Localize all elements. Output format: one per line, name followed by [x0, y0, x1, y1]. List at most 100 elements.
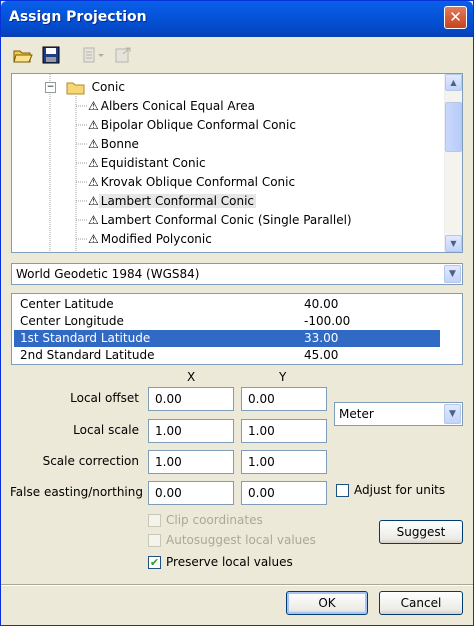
- tree-item-label: Albers Conical Equal Area: [100, 99, 255, 113]
- suggest-button[interactable]: Suggest: [379, 520, 463, 544]
- export-button[interactable]: [111, 43, 135, 67]
- checkbox-box[interactable]: [148, 513, 161, 527]
- collapse-icon[interactable]: −: [45, 82, 56, 93]
- parameters-list[interactable]: Center Latitude 40.00 Center Longitude -10…: [11, 293, 463, 365]
- autosuggest-local-values-label: Autosuggest local values: [166, 533, 316, 547]
- projection-icon: ⚠: [88, 175, 99, 189]
- projection-tree[interactable]: − Conic ⚠ Albers Conical Equal Area ⚠ Bipo…: [11, 73, 463, 253]
- input-value: 1.00: [155, 455, 182, 469]
- save-button[interactable]: [39, 43, 63, 67]
- chevron-up-icon: ▲: [450, 78, 457, 87]
- local-scale-y-input[interactable]: 1.00: [241, 419, 327, 443]
- export-icon: [115, 47, 131, 63]
- adjust-for-units-label: Adjust for units: [354, 483, 446, 497]
- projection-icon: ⚠: [88, 194, 99, 208]
- param-value: -100.00: [304, 314, 351, 328]
- param-row[interactable]: Center Longitude -100.00: [14, 313, 440, 330]
- chevron-down-icon: ▼: [450, 239, 457, 248]
- tree-item-label-selected: Lambert Conformal Conic: [98, 194, 257, 208]
- projection-icon: ⚠: [88, 118, 99, 132]
- tree-item-label: Bonne: [100, 137, 139, 151]
- folder-icon: [66, 82, 85, 94]
- close-button[interactable]: ✕: [444, 6, 467, 29]
- clip-coordinates-checkbox[interactable]: Clip coordinates: [148, 513, 263, 527]
- tree-item-label: Lambert Conformal Conic (Single Parallel…: [100, 213, 352, 227]
- datum-dropdown-button[interactable]: ▼: [444, 265, 461, 283]
- suggest-button-label: Suggest: [396, 525, 446, 539]
- datum-select[interactable]: World Geodetic 1984 (WGS84) ▼: [11, 263, 463, 285]
- projection-icon: ⚠: [88, 99, 99, 113]
- units-select-value: Meter: [339, 407, 374, 421]
- title-bar[interactable]: Assign Projection ✕: [1, 1, 473, 37]
- local-scale-x-input[interactable]: 1.00: [148, 419, 234, 443]
- param-row-selected[interactable]: 1st Standard Latitude 33.00: [14, 330, 440, 347]
- tree-item-bonne[interactable]: ⚠ Bonne: [88, 135, 141, 154]
- datum-select-value: World Geodetic 1984 (WGS84): [16, 267, 200, 281]
- scale-correction-x-input[interactable]: 1.00: [148, 450, 234, 474]
- tree-item-label: Equidistant Conic: [100, 156, 206, 170]
- checkbox-box[interactable]: [148, 533, 161, 547]
- chevron-down-icon: ▼: [449, 269, 456, 279]
- input-value: 1.00: [248, 455, 275, 469]
- save-icon: [42, 46, 60, 64]
- input-value: 0.00: [155, 392, 182, 406]
- projection-icon: ⚠: [88, 213, 99, 227]
- projection-icon: ⚠: [88, 137, 99, 151]
- input-value: 0.00: [248, 392, 275, 406]
- param-value: 40.00: [304, 297, 339, 311]
- tree-group-label: Conic: [91, 80, 125, 94]
- cancel-button[interactable]: Cancel: [379, 591, 463, 615]
- false-northing-input[interactable]: 0.00: [241, 481, 327, 505]
- scroll-up-button[interactable]: ▲: [445, 74, 462, 91]
- assign-projection-dialog: Assign Projection ✕ − Conic ⚠ Albers Coni…: [0, 0, 474, 626]
- projection-icon: ⚠: [88, 156, 99, 170]
- scroll-down-button[interactable]: ▼: [445, 235, 462, 252]
- tree-item-krovak[interactable]: ⚠ Krovak Oblique Conformal Conic: [88, 173, 297, 192]
- tree-item-modified-polyconic[interactable]: ⚠ Modified Polyconic: [88, 230, 214, 249]
- scale-correction-y-input[interactable]: 1.00: [241, 450, 327, 474]
- clip-coordinates-label: Clip coordinates: [166, 513, 263, 527]
- param-row[interactable]: 2nd Standard Latitude 45.00: [14, 347, 440, 364]
- tree-item-equidistant[interactable]: ⚠ Equidistant Conic: [88, 154, 208, 173]
- tree-item-label: Modified Polyconic: [100, 232, 212, 246]
- scale-correction-label: Scale correction: [42, 454, 139, 468]
- tree-item-lambert[interactable]: ⚠ Lambert Conformal Conic: [88, 192, 257, 211]
- ok-button[interactable]: OK: [286, 591, 368, 615]
- properties-dropdown-button[interactable]: [81, 43, 105, 67]
- checkbox-box[interactable]: [336, 483, 349, 497]
- checkmark-icon: ✔: [149, 555, 160, 569]
- autosuggest-local-values-checkbox[interactable]: Autosuggest local values: [148, 533, 316, 547]
- input-value: 0.00: [248, 486, 275, 500]
- param-name: 1st Standard Latitude: [20, 331, 151, 345]
- scroll-thumb[interactable]: [445, 102, 462, 152]
- local-offset-x-input[interactable]: 0.00: [148, 387, 234, 411]
- adjust-for-units-checkbox[interactable]: Adjust for units: [336, 483, 445, 497]
- preserve-local-values-checkbox[interactable]: ✔ Preserve local values: [148, 555, 293, 569]
- local-offset-y-input[interactable]: 0.00: [241, 387, 327, 411]
- tree-item-label: Bipolar Oblique Conformal Conic: [100, 118, 296, 132]
- input-value: 1.00: [155, 424, 182, 438]
- input-value: 1.00: [248, 424, 275, 438]
- checkbox-box[interactable]: ✔: [148, 555, 161, 569]
- ok-button-label: OK: [318, 596, 336, 610]
- param-name: Center Longitude: [20, 314, 124, 328]
- open-button[interactable]: [11, 43, 35, 67]
- tree-item-albers[interactable]: ⚠ Albers Conical Equal Area: [88, 97, 257, 116]
- local-scale-label: Local scale: [73, 423, 139, 437]
- param-row[interactable]: Center Latitude 40.00: [14, 296, 440, 313]
- param-value: 33.00: [304, 331, 339, 345]
- false-easting-input[interactable]: 0.00: [148, 481, 234, 505]
- units-dropdown-button[interactable]: ▼: [444, 404, 461, 424]
- column-header-x: X: [187, 370, 196, 384]
- open-folder-icon: [13, 50, 33, 63]
- tree-item-lambert-single[interactable]: ⚠ Lambert Conformal Conic (Single Paralle…: [88, 211, 354, 230]
- units-select[interactable]: Meter ▼: [334, 402, 463, 426]
- param-value: 45.00: [304, 348, 339, 362]
- tree-scrollbar[interactable]: ▲ ▼: [444, 74, 462, 252]
- param-name: Center Latitude: [20, 297, 114, 311]
- tree-item-bipolar[interactable]: ⚠ Bipolar Oblique Conformal Conic: [88, 116, 298, 135]
- footer-divider: [1, 584, 473, 586]
- window-title: Assign Projection: [9, 9, 147, 25]
- projection-icon: ⚠: [88, 232, 99, 246]
- tree-group-conic[interactable]: − Conic: [45, 78, 127, 97]
